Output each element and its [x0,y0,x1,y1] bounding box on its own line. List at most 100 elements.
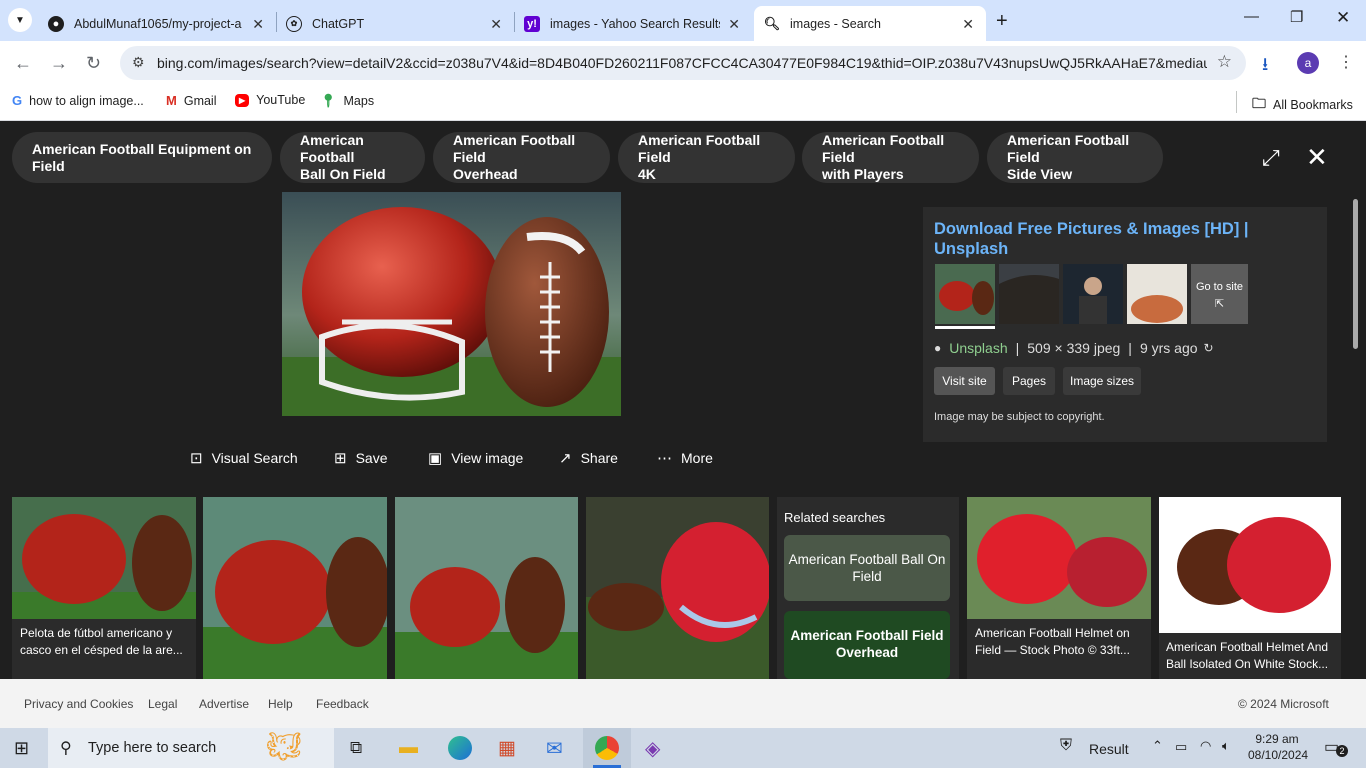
source-title-link[interactable]: Download Free Pictures & Images [HD] | U… [934,219,1249,259]
all-bookmarks[interactable]: 🗀 All Bookmarks [1252,93,1353,117]
taskbar-search-box[interactable]: ⚲ Type here to search 🐙︎ [48,728,334,768]
pages-button[interactable]: Pages [1003,367,1055,395]
footer-link[interactable]: Advertise [199,697,249,711]
source-title-line: Unsplash [934,240,1009,258]
bookmark-item[interactable]: G how to align image... [12,93,144,108]
share-button[interactable]: ↗ Share [559,449,618,467]
result-thumb-image [967,497,1151,619]
page-thumb[interactable] [1063,264,1123,324]
page-thumb[interactable] [935,264,995,324]
download-icon[interactable]: ⭳ [1262,52,1268,82]
window-close-icon[interactable]: ✕ [1336,8,1350,28]
result-thumb[interactable] [395,497,578,679]
scrollbar-thumb[interactable] [1353,199,1358,349]
wifi-icon[interactable]: ◠ [1200,738,1211,754]
clock[interactable]: 9:29 am 08/10/2024 [1248,731,1308,763]
related-pill[interactable]: American Football Ball On Field [280,132,425,183]
new-tab-icon[interactable]: + [996,10,1008,33]
expand-icon[interactable]: ⤢ [1262,145,1280,171]
profile-avatar[interactable]: a [1297,52,1319,74]
restore-icon[interactable]: ❐ [1290,8,1303,26]
related-pill[interactable]: American Football Field with Players [802,132,979,183]
image-sizes-button[interactable]: Image sizes [1063,367,1141,395]
page-thumb[interactable] [1127,264,1187,324]
close-icon[interactable]: ✕ [728,16,740,33]
url-text[interactable]: bing.com/images/search?view=detailV2&cci… [157,55,1207,71]
related-pill[interactable]: American Football Field Overhead [433,132,610,183]
bookmark-item[interactable]: 📍︎ Maps [320,93,374,109]
visit-site-button[interactable]: Visit site [934,367,995,395]
all-bookmarks-label: All Bookmarks [1273,98,1353,112]
visual-search-button[interactable]: ⊡ Visual Search [190,449,298,467]
chevron-up-icon[interactable]: ⌃ [1152,738,1163,754]
store-icon[interactable]: ▦ [498,737,516,760]
scrollbar[interactable] [1351,197,1361,679]
minimize-icon[interactable]: — [1244,8,1259,25]
folder-icon: 🗀 [1252,95,1266,111]
tab-images-search[interactable]: 🔍︎ images - Search ✕ [754,6,986,41]
source-icon: ● [934,341,942,355]
result-thumb[interactable] [203,497,387,679]
result-thumb[interactable]: American Football Helmet on Field — Stoc… [967,497,1151,679]
file-explorer-icon[interactable]: ▬ [399,737,418,759]
widget-label[interactable]: Result [1089,741,1129,757]
footer-link[interactable]: Feedback [316,697,369,711]
close-icon[interactable]: ✕ [490,16,502,33]
view-image-icon: ▣ [428,450,443,467]
task-view-icon[interactable]: ⧉ [350,738,362,758]
bookmark-item[interactable]: ▶ YouTube [235,93,305,107]
close-viewer-icon[interactable]: ✕ [1306,142,1328,173]
bookmark-item[interactable]: M Gmail [166,93,217,108]
footer-link[interactable]: Privacy and Cookies [24,697,133,711]
back-icon[interactable]: ← [14,53,32,74]
button-label: Pages [1011,374,1047,388]
main-image[interactable] [282,192,621,416]
save-button[interactable]: ⊞ Save [334,449,388,467]
tab-chatgpt[interactable]: ✿ ChatGPT ✕ [276,6,514,41]
footer-link[interactable]: Help [268,697,293,711]
related-search-item[interactable]: American Football Ball On Field [784,535,950,601]
volume-icon[interactable]: 🔈︎ [1222,738,1230,754]
related-pill[interactable]: American Football Field Side View [987,132,1163,183]
chrome-taskbar-item[interactable] [583,728,631,768]
site-info-icon[interactable]: ⚙ [132,54,145,71]
bookmark-star-icon[interactable]: ☆ [1217,52,1232,72]
image-meta: ● Unsplash | 509 × 339 jpeg | 9 yrs ago … [934,340,1214,356]
result-thumb[interactable]: Pelota de fútbol americano y casco en el… [12,497,196,679]
result-thumb-image [12,497,196,619]
go-to-site-button[interactable]: Go to site ⇱ [1191,264,1248,324]
image-info-panel: Download Free Pictures & Images [HD] | U… [923,207,1327,442]
related-pill[interactable]: American Football Field 4K [618,132,795,183]
menu-icon[interactable]: ⋮ [1338,52,1354,72]
page-thumb[interactable] [999,264,1059,324]
action-label: Save [355,450,388,466]
result-thumb[interactable]: American Football Helmet And Ball Isolat… [1159,497,1341,679]
footer-link[interactable]: Legal [148,697,177,711]
more-button[interactable]: ⋯ More [657,449,713,467]
forward-icon[interactable]: → [50,53,68,74]
view-image-button[interactable]: ▣ View image [428,449,523,467]
tab-search-dropdown-icon[interactable]: ▼ [8,8,32,32]
mail-icon[interactable]: ✉ [546,736,563,761]
close-icon[interactable]: ✕ [962,16,974,33]
tab-github[interactable]: ● AbdulMunaf1065/my-project-a ✕ [38,6,276,41]
app-icon[interactable]: ◈ [645,736,660,761]
tab-label: images - Search [790,16,882,31]
related-pill[interactable]: American Football Equipment on Field [12,132,272,183]
action-label: More [681,450,713,466]
edge-icon[interactable] [448,736,472,760]
close-icon[interactable]: ✕ [252,16,264,33]
related-search-item[interactable]: American Football Field Overhead [784,611,950,679]
windows-start-icon[interactable]: ⊞ [14,738,29,759]
save-icon: ⊞ [334,450,347,467]
bookmarks-bar: G how to align image... M Gmail ▶ YouTub… [0,85,1366,121]
reload-icon[interactable]: ↻ [86,53,101,74]
result-thumb[interactable] [586,497,769,679]
bing-footer: Privacy and Cookies Legal Advertise Help… [0,679,1366,728]
search-highlight-icon: 🐙︎ [266,731,302,762]
source-name[interactable]: Unsplash [949,340,1007,356]
battery-icon[interactable]: ▭ [1175,739,1187,755]
address-bar[interactable]: ⚙ bing.com/images/search?view=detailV2&c… [120,46,1246,80]
page-thumb-image [999,264,1059,324]
tab-yahoo[interactable]: y! images - Yahoo Search Results ✕ [514,6,752,41]
